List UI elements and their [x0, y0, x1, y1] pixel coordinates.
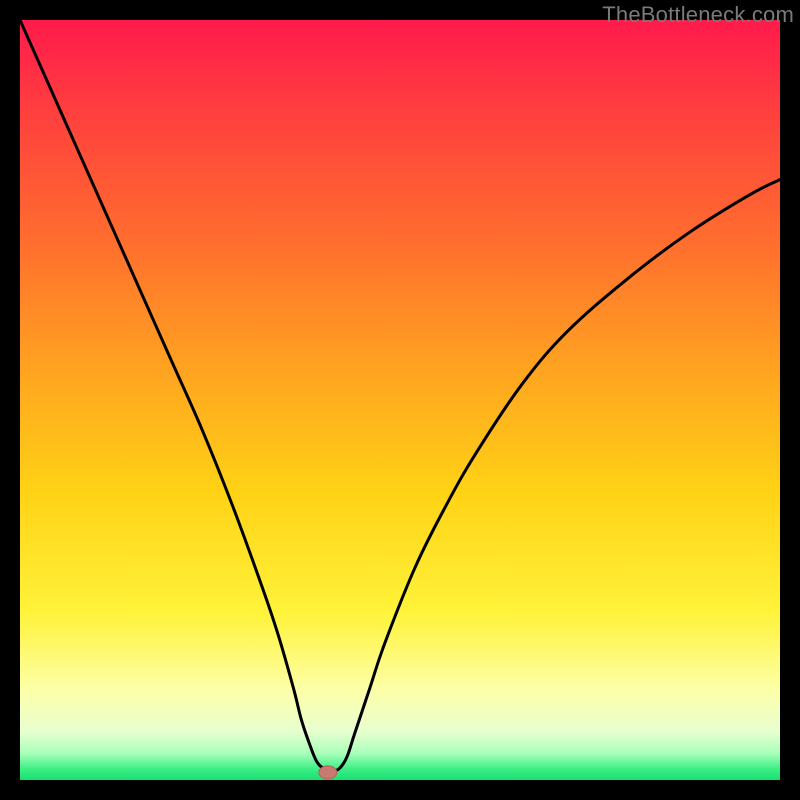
optimal-point-marker — [319, 766, 337, 779]
gradient-background — [20, 20, 780, 780]
watermark-text: TheBottleneck.com — [602, 2, 794, 28]
chart-frame — [20, 20, 780, 780]
bottleneck-chart — [20, 20, 780, 780]
